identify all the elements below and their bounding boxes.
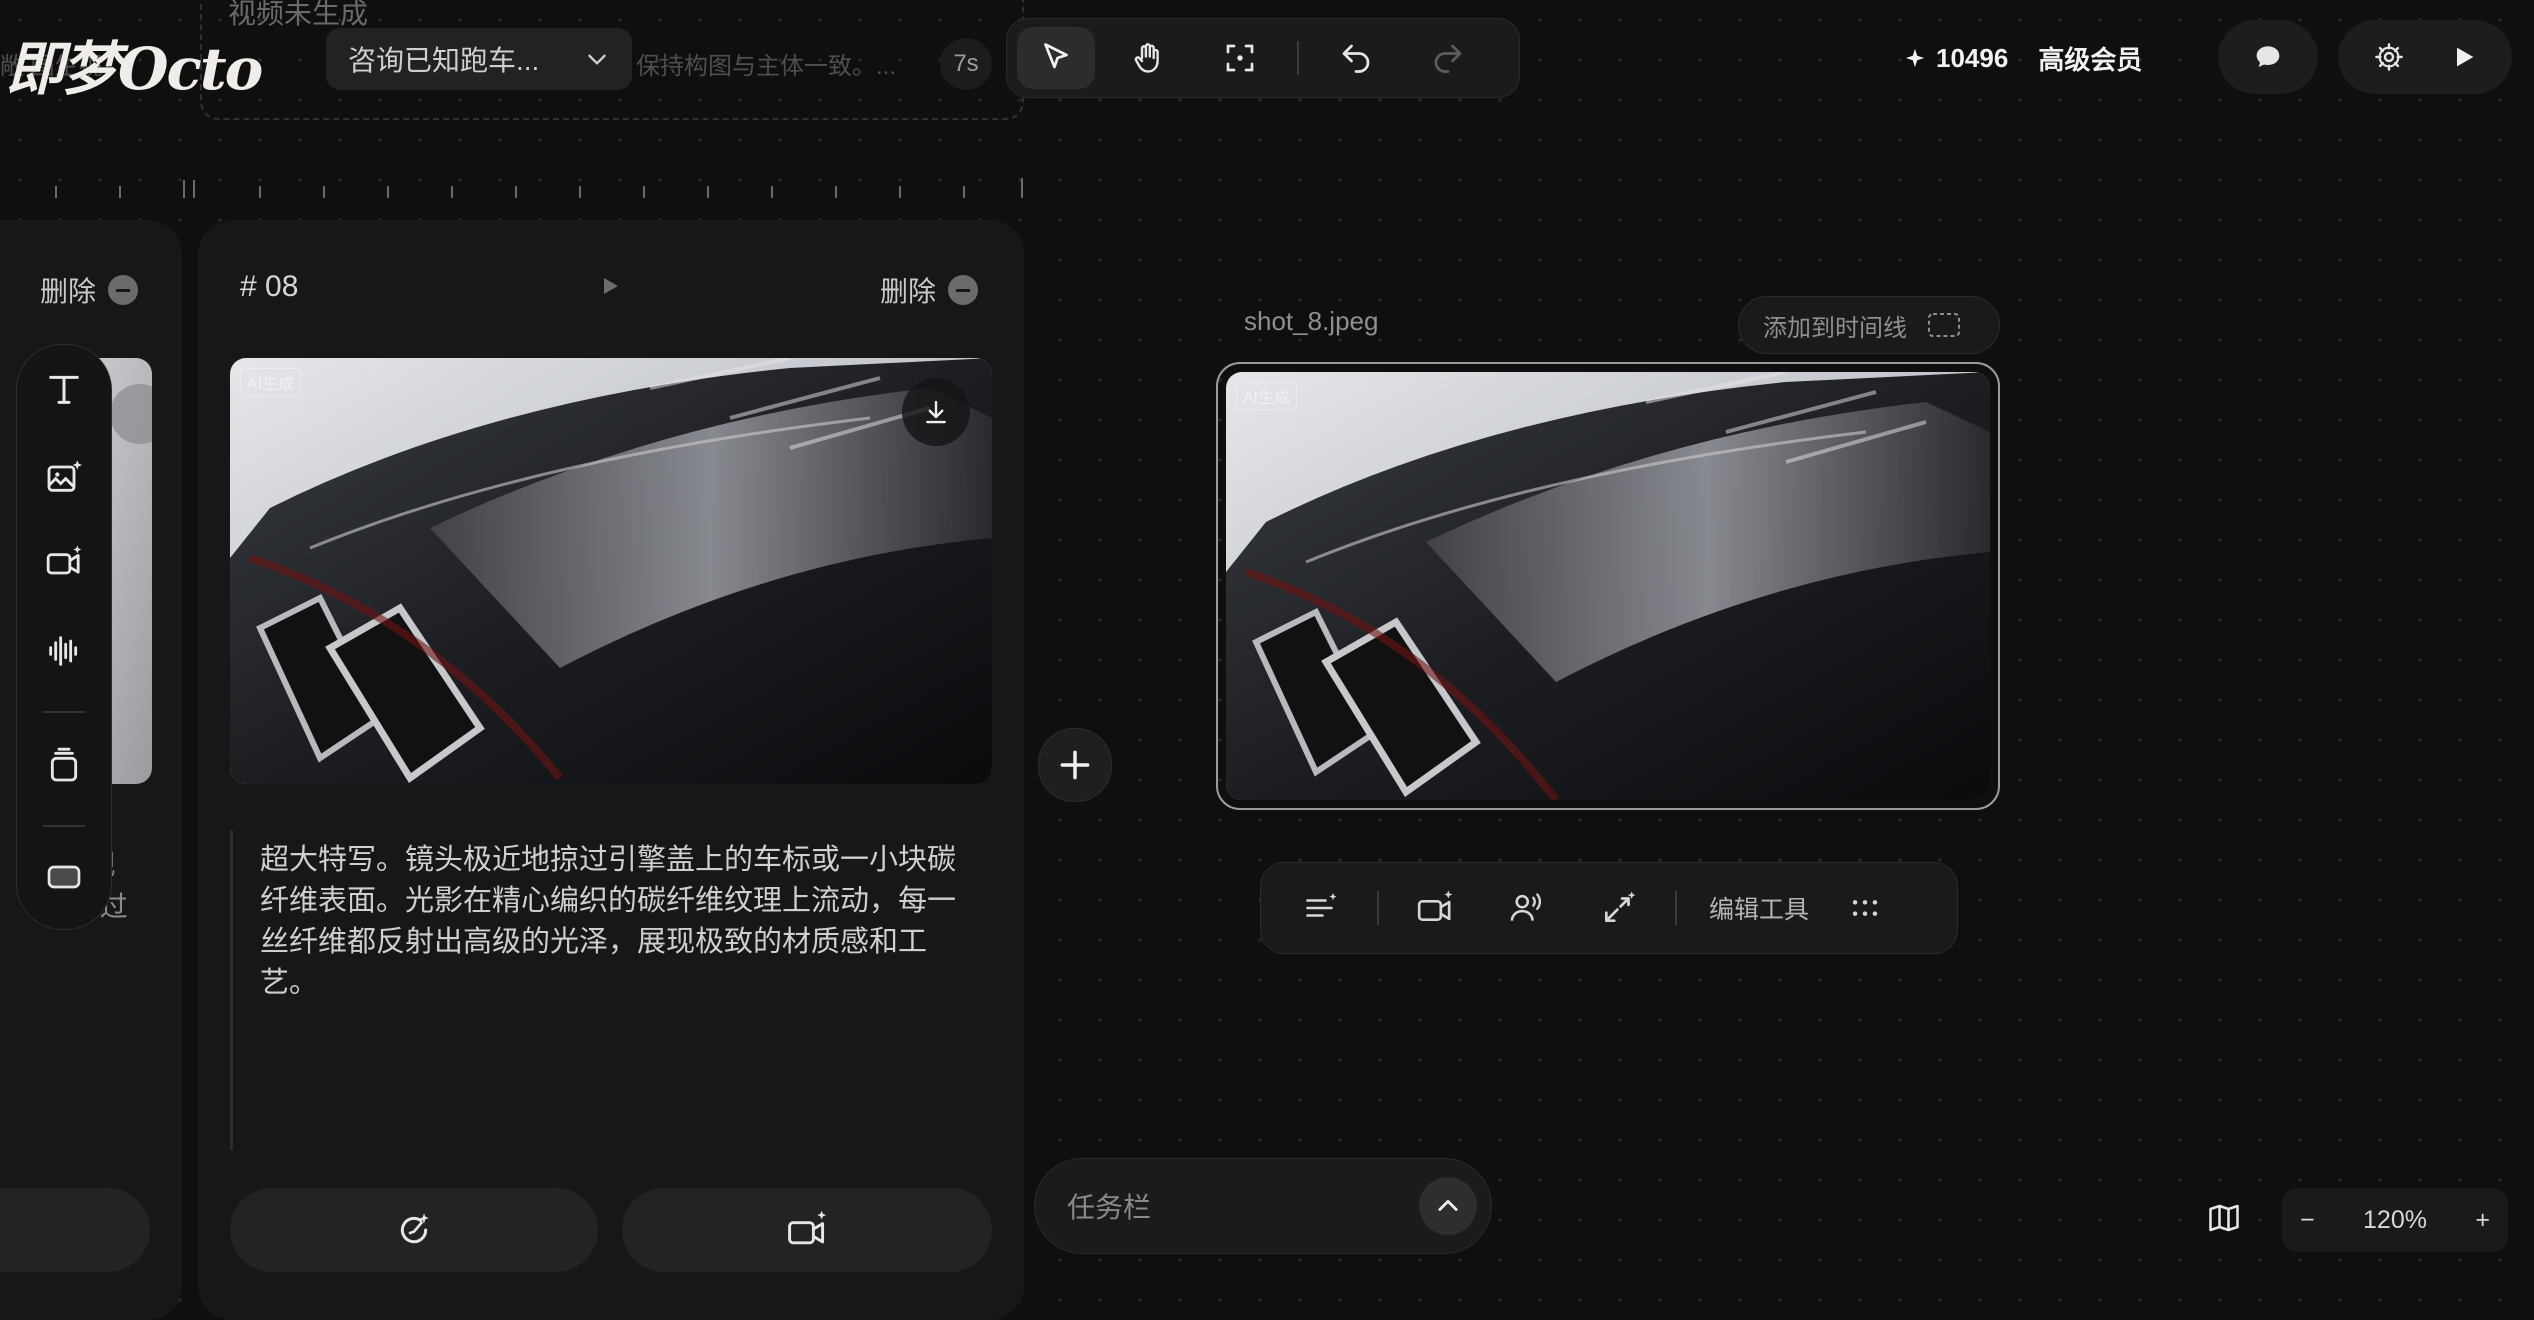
- creation-tool-dock: [16, 344, 112, 930]
- sparkle-icon: [1904, 47, 1926, 69]
- lip-sync-button[interactable]: [1495, 889, 1559, 927]
- redo-icon: [1430, 40, 1466, 76]
- grid-dots-icon: [1848, 891, 1882, 925]
- chat-bubble-icon: [2252, 41, 2284, 73]
- text-tool-button[interactable]: [17, 369, 111, 409]
- stack-tool-button[interactable]: [17, 745, 111, 785]
- hand-tool-button[interactable]: [1109, 27, 1187, 89]
- text-sparkle-icon: [1303, 890, 1339, 926]
- speaking-person-icon: [1508, 889, 1546, 927]
- ai-generated-tag: AI生成: [240, 368, 302, 396]
- minimap-button[interactable]: [2206, 1200, 2242, 1236]
- select-tool-button[interactable]: [1017, 27, 1095, 89]
- zoom-out-button[interactable]: −: [2300, 1206, 2315, 1235]
- download-icon: [921, 397, 951, 427]
- shot-prompt-text[interactable]: 超大特写。镜头极近地掠过引擎盖上的车标或一小块碳纤维表面。光影在精心编织的碳纤维…: [260, 840, 980, 1004]
- account-status: 10496 高级会员: [1904, 20, 2142, 96]
- image-to-video-button[interactable]: [1403, 888, 1467, 928]
- refresh-sparkle-icon: [394, 1210, 434, 1250]
- download-button[interactable]: [902, 378, 970, 446]
- chevron-up-icon: [1434, 1192, 1462, 1220]
- image-gen-tool-button[interactable]: [17, 457, 111, 497]
- add-to-timeline-button[interactable]: 添加到时间线: [1738, 296, 2000, 354]
- timeline-ruler[interactable]: [0, 176, 1024, 204]
- gear-icon: [2373, 41, 2405, 73]
- stack-icon: [44, 745, 84, 785]
- video-sparkle-icon: [1415, 888, 1455, 928]
- video-sparkle-icon: [44, 543, 84, 583]
- redo-button[interactable]: [1409, 27, 1487, 89]
- minus-circle-icon: [948, 275, 979, 305]
- audio-gen-tool-button[interactable]: [17, 631, 111, 671]
- cursor-icon: [1038, 40, 1074, 76]
- model-dropdown-value: 咨询已知跑车...: [348, 45, 540, 76]
- dock-divider: [43, 711, 85, 713]
- canvas-toolbar: [1006, 18, 1520, 98]
- play-icon: [2450, 43, 2478, 71]
- focus-frame-icon: [1222, 40, 1258, 76]
- preview-image[interactable]: AI生成: [1226, 372, 1990, 800]
- focus-frame-button[interactable]: [1201, 27, 1279, 89]
- membership-tier[interactable]: 高级会员: [2038, 40, 2142, 77]
- task-bar[interactable]: 任务栏: [1034, 1158, 1492, 1254]
- plus-icon: [1056, 746, 1094, 784]
- shot-image-current[interactable]: AI生成: [230, 358, 992, 784]
- adjust-prompt-button[interactable]: [1289, 890, 1353, 926]
- preview-toolbar: 编辑工具: [1260, 862, 1958, 954]
- duration-badge: 7s: [940, 38, 992, 90]
- credits-counter[interactable]: 10496: [1904, 43, 2008, 74]
- undo-button[interactable]: [1317, 27, 1395, 89]
- toolbar-divider: [1297, 41, 1299, 75]
- chat-button[interactable]: [2218, 20, 2318, 94]
- minus-circle-icon: [108, 275, 139, 305]
- expand-taskbar-button[interactable]: [1419, 1177, 1477, 1235]
- more-options-button[interactable]: [1833, 891, 1897, 925]
- ghost-card-text-right: 保持构图与主体一致。...: [636, 53, 897, 80]
- credits-value: 10496: [1936, 42, 2009, 73]
- shot-number: # 08: [240, 270, 299, 303]
- canvas-shape-tool-button[interactable]: [17, 857, 111, 897]
- add-to-timeline-label: 添加到时间线: [1763, 314, 1907, 342]
- zoom-level[interactable]: 120%: [2363, 1206, 2427, 1235]
- video-sparkle-icon: [785, 1208, 829, 1252]
- delete-shot-previous-button[interactable]: 删除: [40, 270, 139, 310]
- zoom-in-button[interactable]: +: [2475, 1206, 2490, 1235]
- expand-arrows-icon: [1600, 889, 1638, 927]
- timeline-frame-icon: [1927, 311, 1961, 339]
- preview-filename: shot_8.jpeg: [1244, 306, 1379, 336]
- regenerate-image-button[interactable]: [230, 1188, 598, 1272]
- toolbar-divider: [1675, 891, 1677, 925]
- delete-shot-button[interactable]: 删除: [880, 270, 979, 310]
- settings-play-group: [2338, 20, 2512, 94]
- generate-video-button[interactable]: [622, 1188, 992, 1272]
- preview-frame[interactable]: AI生成: [1216, 362, 2000, 810]
- action-button-previous[interactable]: [0, 1188, 150, 1272]
- map-icon: [2206, 1200, 2242, 1236]
- dock-divider: [43, 825, 85, 827]
- add-shot-button[interactable]: [1038, 728, 1112, 802]
- edit-tools-button[interactable]: 编辑工具: [1709, 890, 1809, 926]
- ai-generated-tag: AI生成: [1236, 382, 1298, 410]
- hand-icon: [1130, 40, 1166, 76]
- play-button[interactable]: [2450, 43, 2478, 71]
- task-bar-label: 任务栏: [1067, 1192, 1152, 1223]
- upscale-button[interactable]: [1587, 889, 1651, 927]
- undo-icon: [1338, 40, 1374, 76]
- waveform-icon: [44, 631, 84, 671]
- prompt-scrollbar[interactable]: [230, 830, 233, 1150]
- model-dropdown[interactable]: 咨询已知跑车...: [326, 28, 632, 90]
- app-logo[interactable]: 即梦Octo: [6, 22, 263, 106]
- zoom-control: − 120% +: [2282, 1188, 2508, 1252]
- rounded-rect-icon: [44, 857, 84, 897]
- play-triangle-icon[interactable]: [604, 278, 618, 294]
- toolbar-divider: [1377, 891, 1379, 925]
- settings-button[interactable]: [2373, 41, 2405, 73]
- image-sparkle-icon: [44, 457, 84, 497]
- chevron-down-icon: [584, 46, 610, 72]
- delete-label: 删除: [880, 276, 937, 307]
- text-icon: [44, 369, 84, 409]
- delete-label: 删除: [40, 276, 97, 307]
- video-gen-tool-button[interactable]: [17, 543, 111, 583]
